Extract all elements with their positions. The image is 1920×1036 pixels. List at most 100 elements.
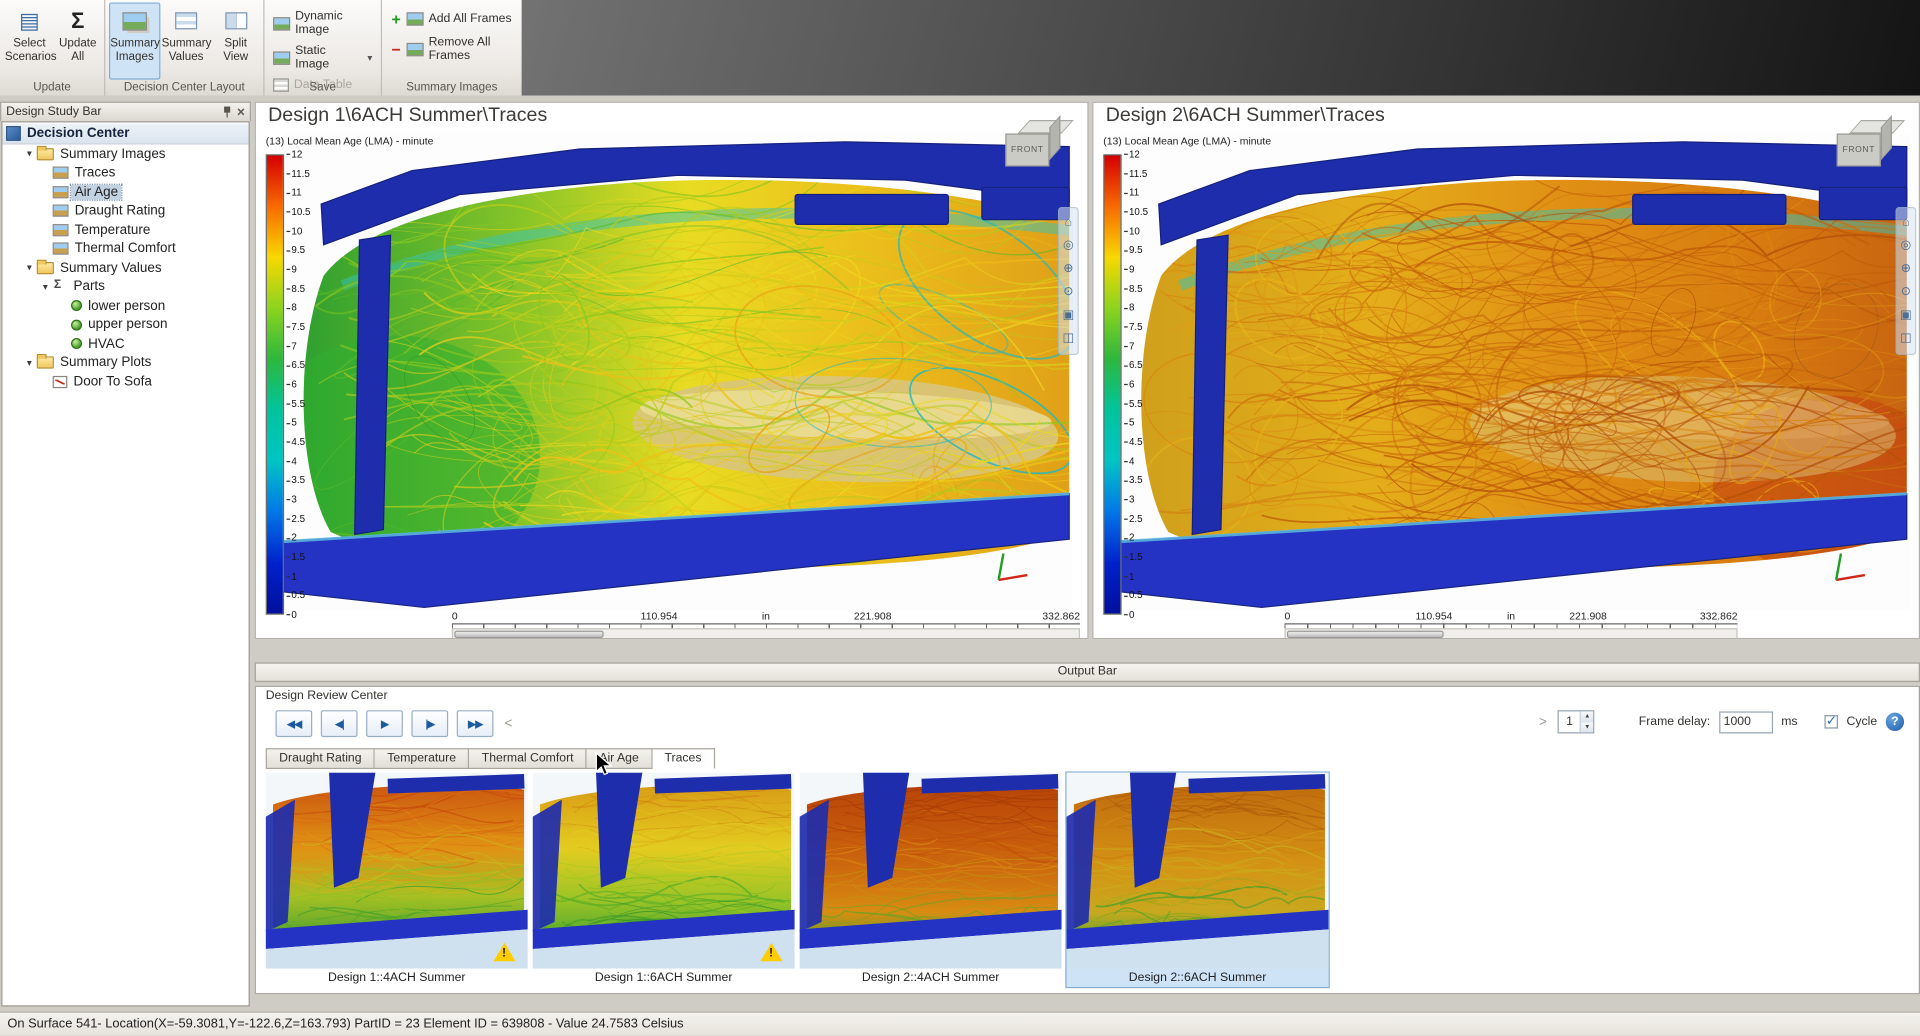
view-cube-front-face[interactable]: FRONT <box>1005 133 1049 166</box>
colorbar-tick-label: 8.5 <box>1124 283 1143 294</box>
summary-images-button[interactable]: Summary Images <box>109 2 160 79</box>
scrollbar-thumb[interactable] <box>1287 631 1444 638</box>
tree-item-parts[interactable]: ▾Parts <box>2 277 248 296</box>
expander-icon[interactable]: ▾ <box>22 262 37 273</box>
view-cube[interactable]: FRONT <box>1836 120 1902 176</box>
tab-temperature[interactable]: Temperature <box>375 748 469 769</box>
tree-item-traces[interactable]: Traces <box>2 163 248 182</box>
ribbon-group-label: Update <box>0 80 104 96</box>
output-bar[interactable]: Output Bar <box>255 662 1920 682</box>
split-view-button[interactable]: Split View <box>212 2 260 79</box>
dynamic-image-button[interactable]: Dynamic Image <box>268 9 377 38</box>
ruler-line <box>1284 623 1737 628</box>
expander-icon[interactable]: ▾ <box>22 357 37 368</box>
step-forward-button[interactable]: |▶ <box>411 710 448 737</box>
thumbnail-image[interactable] <box>800 773 1062 969</box>
horizontal-scrollbar[interactable] <box>1284 628 1737 639</box>
tab-draught-rating[interactable]: Draught Rating <box>266 748 375 769</box>
tree-item-door-to-sofa[interactable]: Door To Sofa <box>2 372 248 391</box>
spinner-up-icon[interactable]: ▲ <box>1581 711 1593 721</box>
tree-item-decision-center[interactable]: Decision Center <box>2 124 248 145</box>
select-scenarios-button[interactable]: ▤ Select Scenarios <box>4 2 55 79</box>
tree-item-temperature[interactable]: Temperature <box>2 220 248 239</box>
rewind-button[interactable]: ◀◀ <box>276 710 313 737</box>
tree-item-summary-values[interactable]: ▾Summary Values <box>2 258 248 277</box>
cycle-checkbox[interactable] <box>1824 715 1837 728</box>
design-study-bar-titlebar[interactable]: Design Study Bar × <box>0 102 251 122</box>
thumbnail-design-2-4ach-summer[interactable]: Design 2::4ACH Summer <box>800 773 1062 987</box>
ruler-label: in <box>762 610 770 622</box>
view-cube[interactable]: FRONT <box>1004 120 1070 176</box>
cfd-scene-design-1[interactable] <box>283 132 1073 611</box>
thumbnail-image[interactable] <box>266 773 528 969</box>
navigation-toolbar[interactable]: ⌂ ◎ ⊕ ⊙ ▣ ◫ <box>1896 207 1917 355</box>
expander-icon[interactable]: ▾ <box>38 281 53 292</box>
expander-icon[interactable]: ▾ <box>22 148 37 159</box>
frame-number-spinner[interactable]: 1 ▲▼ <box>1558 710 1595 733</box>
view-cube-front-face[interactable]: FRONT <box>1837 133 1881 166</box>
thumbnail-image[interactable] <box>533 773 795 969</box>
fast-forward-button[interactable]: ▶▶ <box>457 710 494 737</box>
colorbar: 1211.51110.5109.598.587.576.565.554.543.… <box>266 152 339 632</box>
horizontal-scrollbar[interactable] <box>452 628 1080 639</box>
ribbon-group-save: Dynamic Image Static Image ▾ Data Table … <box>264 0 382 96</box>
thumbnail-design-2-6ach-summer[interactable]: Design 2::6ACH Summer <box>1067 773 1329 987</box>
play-button[interactable]: ▶ <box>366 710 403 737</box>
spinner-down-icon[interactable]: ▼ <box>1581 722 1593 732</box>
help-icon[interactable]: ? <box>1886 713 1904 731</box>
scrollbar-thumb[interactable] <box>454 631 603 638</box>
tab-traces[interactable]: Traces <box>652 748 715 769</box>
tree-item-label: Summary Plots <box>56 355 155 370</box>
thumbnail-image[interactable] <box>1067 773 1329 969</box>
colorbar-tick-label: 6 <box>287 379 297 390</box>
section-icon[interactable]: ▣ <box>1063 310 1075 322</box>
tab-thermal-comfort[interactable]: Thermal Comfort <box>469 748 587 769</box>
colorbar-tick-label: 6.5 <box>1124 360 1143 371</box>
orbit-icon[interactable]: ◎ <box>1063 240 1074 252</box>
warning-icon <box>493 943 515 961</box>
tree-item-hvac[interactable]: HVAC <box>2 334 248 353</box>
views-icon[interactable]: ◫ <box>1900 333 1912 345</box>
viewport-design-1[interactable]: Design 1\6ACH Summer\Traces (13) Local M… <box>255 102 1089 640</box>
pan-icon[interactable]: ⊙ <box>1901 287 1911 299</box>
tree-item-lower-person[interactable]: lower person <box>2 296 248 315</box>
tree-item-thermal-comfort[interactable]: Thermal Comfort <box>2 239 248 258</box>
section-icon[interactable]: ▣ <box>1900 310 1912 322</box>
colorbar-tick-label: 7 <box>1124 341 1134 352</box>
previous-frame-arrow[interactable]: < <box>502 716 515 731</box>
cfd-scene-design-2[interactable] <box>1120 132 1910 611</box>
frame-delay-input[interactable]: 1000 <box>1719 711 1773 733</box>
zoom-icon[interactable]: ⊕ <box>1063 263 1073 275</box>
colorbar-tick-label: 0.5 <box>1124 590 1143 601</box>
pin-icon[interactable] <box>221 105 232 118</box>
colorbar-tick-label: 6.5 <box>287 360 306 371</box>
view-cube-top-face[interactable] <box>1018 120 1074 133</box>
tree-item-draught-rating[interactable]: Draught Rating <box>2 201 248 220</box>
tree-item-air-age[interactable]: Air Age <box>2 182 248 201</box>
thumbnail-design-1-4ach-summer[interactable]: Design 1::4ACH Summer <box>266 773 528 987</box>
ribbon-group-decision-center-layout: Summary Images Summary Values Split View… <box>105 0 264 96</box>
tree-item-summary-images[interactable]: ▾Summary Images <box>2 144 248 163</box>
step-back-button[interactable]: ◀| <box>321 710 358 737</box>
view-cube-top-face[interactable] <box>1849 120 1905 133</box>
zoom-icon[interactable]: ⊕ <box>1901 263 1911 275</box>
next-frame-arrow[interactable]: > <box>1537 714 1550 729</box>
colorbar-gradient <box>266 154 284 614</box>
thumbnail-design-1-6ach-summer[interactable]: Design 1::6ACH Summer <box>533 773 795 987</box>
remove-all-frames-button[interactable]: − Remove All Frames <box>386 34 518 63</box>
tree-item-summary-plots[interactable]: ▾ Summary Plots <box>2 353 248 372</box>
orbit-icon[interactable]: ◎ <box>1901 240 1912 252</box>
viewport-design-2[interactable]: Design 2\6ACH Summer\Traces (13) Local M… <box>1092 102 1920 640</box>
navigation-toolbar[interactable]: ⌂ ◎ ⊕ ⊙ ▣ ◫ <box>1058 207 1079 355</box>
add-all-frames-button[interactable]: + Add All Frames <box>386 9 518 30</box>
views-icon[interactable]: ◫ <box>1063 333 1075 345</box>
update-all-button[interactable]: Σ Update All <box>55 2 100 79</box>
tree-item-upper-person[interactable]: upper person <box>2 315 248 334</box>
home-icon[interactable]: ⌂ <box>1902 217 1909 229</box>
static-image-button[interactable]: Static Image ▾ <box>268 43 377 72</box>
summary-values-button[interactable]: Summary Values <box>160 2 211 79</box>
home-icon[interactable]: ⌂ <box>1065 217 1072 229</box>
close-icon[interactable]: × <box>237 106 245 118</box>
ruler-label: 332.862 <box>1700 610 1738 622</box>
pan-icon[interactable]: ⊙ <box>1063 287 1073 299</box>
